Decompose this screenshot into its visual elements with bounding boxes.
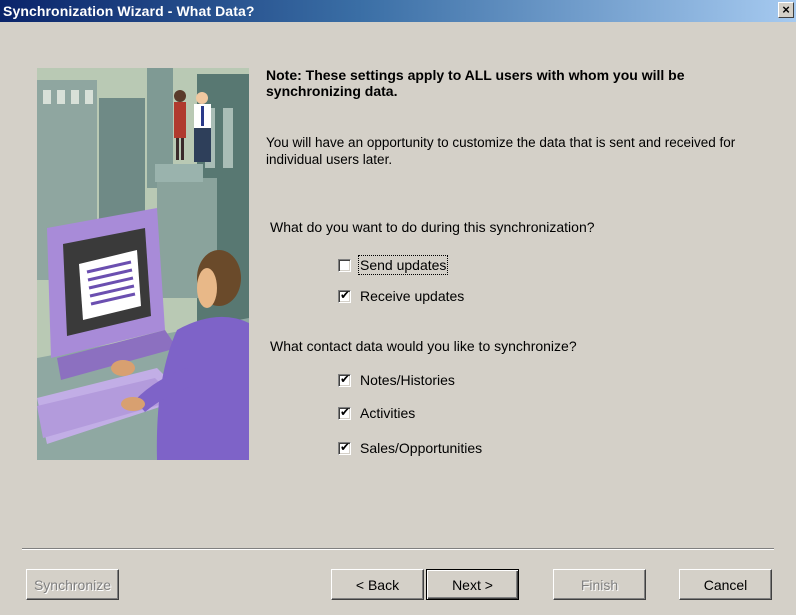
receive-updates-checkbox[interactable]: ✔ Receive updates [338,287,464,305]
close-button[interactable]: × [778,2,794,18]
wizard-illustration [37,68,249,460]
activities-checkbox[interactable]: ✔ Activities [338,404,415,422]
receive-updates-label: Receive updates [360,288,465,304]
close-icon: × [782,2,790,17]
synchronize-button[interactable]: Synchronize [26,569,119,600]
notes-histories-checkbox[interactable]: ✔ Notes/Histories [338,371,455,389]
sync-wizard-dialog: Synchronization Wizard - What Data? × No… [0,0,796,615]
sales-opportunities-box[interactable]: ✔ [338,439,351,455]
sales-opportunities-checkbox[interactable]: ✔ Sales/Opportunities [338,439,482,457]
title-bar: Synchronization Wizard - What Data? × [0,0,796,22]
office-worker-illustration [37,68,249,460]
contact-data-question: What contact data would you like to sync… [270,338,577,354]
sales-opportunities-label: Sales/Opportunities [360,440,483,456]
send-updates-label: Send updates [357,255,449,275]
check-icon: ✔ [340,404,351,419]
notes-histories-label: Notes/Histories [360,372,455,388]
note-heading: Note: These settings apply to ALL users … [266,67,685,99]
check-icon: ✔ [340,287,351,302]
notes-histories-box[interactable]: ✔ [338,371,351,387]
cancel-button[interactable]: Cancel [679,569,772,600]
send-updates-checkbox[interactable]: Send updates [338,255,449,275]
footer-separator [22,548,774,550]
back-button[interactable]: < Back [331,569,424,600]
note-description: You will have an opportunity to customiz… [266,135,736,167]
activities-label: Activities [360,405,416,421]
window-title: Synchronization Wizard - What Data? [3,3,255,19]
sync-question: What do you want to do during this synch… [270,219,595,235]
activities-box[interactable]: ✔ [338,404,351,420]
next-button[interactable]: Next > [426,569,519,600]
send-updates-box[interactable] [338,258,351,272]
check-icon: ✔ [340,439,351,454]
receive-updates-box[interactable]: ✔ [338,287,351,303]
finish-button[interactable]: Finish [553,569,646,600]
check-icon: ✔ [340,371,351,386]
